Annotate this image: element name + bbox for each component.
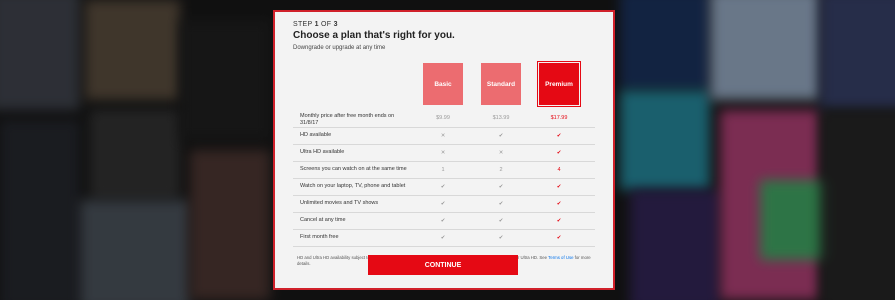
check-icon: ✔ — [498, 184, 504, 190]
basic-price: $9.99 — [436, 115, 450, 121]
page-title: Choose a plan that's right for you. — [293, 30, 455, 41]
basic-screens: 1 — [441, 167, 445, 173]
check-icon: ✔ — [556, 218, 562, 224]
row-label: Ultra HD available — [300, 149, 345, 155]
terms-of-use-link[interactable]: Terms of Use — [548, 255, 573, 260]
row-label: Screens you can watch on at the same tim… — [300, 166, 407, 172]
plan-basic-button[interactable]: Basic — [423, 63, 463, 105]
row-label: HD available — [300, 132, 332, 138]
premium-price: $17.99 — [550, 115, 568, 121]
plan-comparison-table: Monthly price after free month ends on 3… — [293, 109, 595, 247]
table-row-unlimited: Unlimited movies and TV shows ✔ ✔ ✔ — [293, 196, 595, 213]
check-icon: ✔ — [498, 201, 504, 207]
row-label: Watch on your laptop, TV, phone and tabl… — [300, 183, 406, 189]
continue-button[interactable]: CONTINUE — [368, 255, 518, 275]
table-row-free-month: First month free ✔ ✔ ✔ — [293, 230, 595, 247]
check-icon: ✔ — [556, 235, 562, 241]
table-row-hd: HD available ✕ ✔ ✔ — [293, 128, 595, 145]
check-icon: ✔ — [440, 201, 446, 207]
row-label: First month free — [300, 234, 339, 240]
check-icon: ✔ — [498, 235, 504, 241]
check-icon: ✔ — [440, 184, 446, 190]
table-row-ultra-hd: Ultra HD available ✕ ✕ ✔ — [293, 145, 595, 162]
plan-standard-button[interactable]: Standard — [481, 63, 521, 105]
check-icon: ✔ — [556, 184, 562, 190]
cross-icon: ✕ — [440, 133, 446, 139]
table-row-price: Monthly price after free month ends on 3… — [293, 109, 595, 128]
plan-premium-button[interactable]: Premium — [537, 61, 581, 107]
row-label: Cancel at any time — [300, 217, 346, 223]
row-label: Unlimited movies and TV shows — [300, 200, 379, 206]
check-icon: ✔ — [556, 150, 562, 156]
check-icon: ✔ — [556, 201, 562, 207]
cross-icon: ✕ — [440, 150, 446, 156]
plan-selection-modal: STEP 1 OF 3 Choose a plan that's right f… — [273, 10, 615, 290]
check-icon: ✔ — [440, 218, 446, 224]
plan-options: Basic Standard Premium — [293, 61, 595, 107]
standard-screens: 2 — [499, 167, 503, 173]
check-icon: ✔ — [498, 218, 504, 224]
table-row-devices: Watch on your laptop, TV, phone and tabl… — [293, 179, 595, 196]
check-icon: ✔ — [440, 235, 446, 241]
standard-price: $13.99 — [492, 115, 510, 121]
table-row-screens: Screens you can watch on at the same tim… — [293, 162, 595, 179]
step-indicator: STEP 1 OF 3 — [293, 21, 338, 28]
table-row-cancel: Cancel at any time ✔ ✔ ✔ — [293, 213, 595, 230]
check-icon: ✔ — [498, 133, 504, 139]
cross-icon: ✕ — [498, 150, 504, 156]
row-label: Monthly price after free month ends on 3… — [300, 113, 395, 126]
premium-screens: 4 — [557, 167, 561, 173]
page-subtitle: Downgrade or upgrade at any time — [293, 45, 386, 51]
check-icon: ✔ — [556, 133, 562, 139]
